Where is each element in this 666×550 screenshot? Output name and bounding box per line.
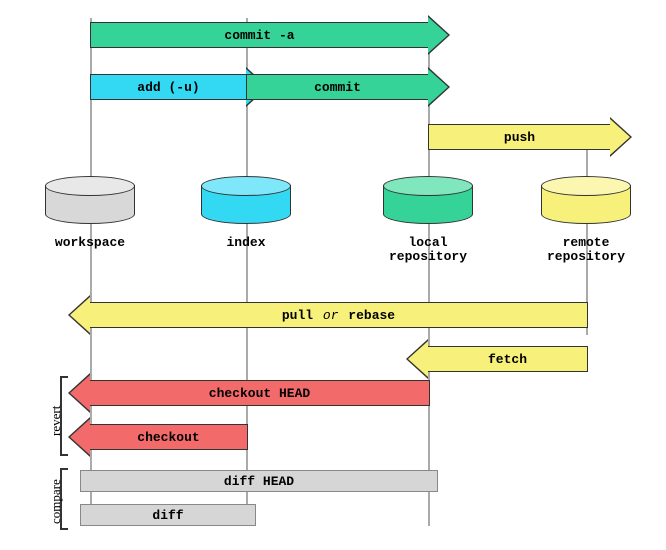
arrow-pull-rebase: pull or rebase [68, 302, 588, 328]
arrow-checkout: checkout [68, 424, 248, 450]
arrow-push: push [428, 124, 632, 150]
arrow-checkout-head: checkout HEAD [68, 380, 430, 406]
cyl-index-label: index [191, 236, 301, 250]
bar-diff-label: diff [152, 508, 183, 523]
arrow-commit-a: commit -a [90, 22, 450, 48]
bar-diff-head-label: diff HEAD [224, 474, 294, 489]
cyl-remote: remote repository [541, 176, 631, 230]
arrow-add-u: add (-u) [90, 74, 268, 100]
cyl-local: local repository [383, 176, 473, 230]
cyl-workspace-label: workspace [35, 236, 145, 250]
arrow-checkout-label: checkout [131, 430, 205, 445]
arrow-fetch: fetch [406, 346, 588, 372]
arrow-pull-rebase-label: pull or rebase [276, 308, 401, 323]
cyl-local-label: local repository [373, 236, 483, 265]
arrow-commit: commit [246, 74, 450, 100]
cyl-index: index [201, 176, 291, 230]
cyl-workspace: workspace [45, 176, 135, 230]
arrow-commit-label: commit [308, 80, 367, 95]
arrow-checkout-head-label: checkout HEAD [203, 386, 316, 401]
cyl-remote-label: remote repository [531, 236, 641, 265]
arrow-commit-a-label: commit -a [218, 28, 300, 43]
bar-diff-head: diff HEAD [80, 470, 438, 492]
arrow-add-u-label: add (-u) [131, 80, 205, 95]
git-data-flow-diagram: commit -a add (-u) commit push workspace… [0, 0, 666, 550]
arrow-push-label: push [498, 130, 541, 145]
arrow-fetch-label: fetch [482, 352, 533, 367]
side-label-compare: compare [48, 479, 64, 524]
bar-diff: diff [80, 504, 256, 526]
side-label-revert: revert [48, 406, 64, 436]
